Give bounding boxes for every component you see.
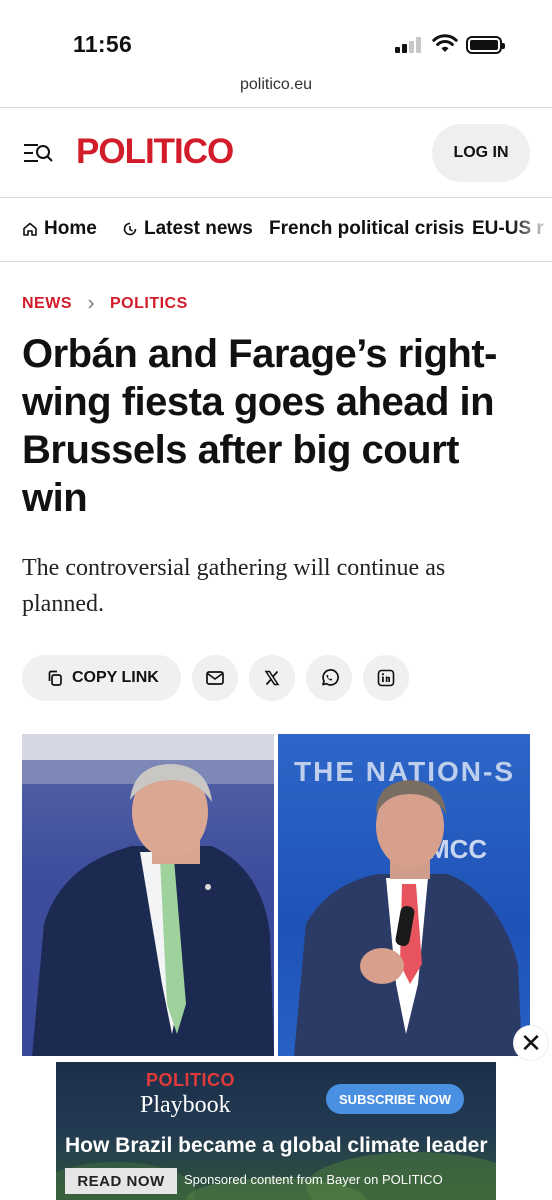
site-header: POLITICO LOG IN [0,108,552,198]
nav-item-label: Home [44,218,97,239]
email-icon [205,671,224,685]
read-now-button[interactable]: READ NOW [65,1168,177,1194]
nav-item-label: Latest news [144,218,253,239]
wifi-icon [432,34,458,52]
farage-figure [294,780,522,1056]
battery-icon [466,36,505,54]
breadcrumb-politics[interactable]: POLITICS [110,295,188,313]
login-button[interactable]: LOG IN [432,124,530,182]
playbook-ad[interactable]: POLITICO Playbook SUBSCRIBE NOW How Braz… [56,1062,496,1200]
subscribe-now-button[interactable]: SUBSCRIBE NOW [326,1084,464,1114]
hero-photo-orban [22,734,274,1056]
share-email-button[interactable] [191,655,238,701]
whatsapp-icon [321,669,339,686]
x-icon [264,670,280,686]
nav-item-french-political-crisis[interactable]: French political crisis [269,218,464,240]
copy-icon [48,670,62,686]
home-icon [23,222,37,236]
orban-figure [32,764,274,1056]
section-nav: Home Latest news French political crisis… [0,198,552,262]
nav-item-home[interactable]: Home [22,218,97,240]
ad-brand: POLITICO [146,1070,235,1090]
hero-image[interactable]: THE NATION-S MCC [22,734,530,1056]
close-ad-button[interactable]: ✕ [514,1026,548,1060]
ad-sponsored-text: Sponsored content from Bayer on POLITICO [184,1172,443,1187]
ad-product: Playbook [140,1092,231,1118]
article-dek: The controversial gathering will continu… [22,555,446,617]
share-bar: COPY LINK [22,655,409,701]
breadcrumb-news[interactable]: NEWS [22,295,72,313]
clock-icon [123,222,137,236]
ad-headline: How Brazil became a global climate leade… [65,1134,488,1157]
article-headline: Orbán and Farage’s right-wing fiesta goe… [22,332,497,520]
address-bar[interactable]: politico.eu [0,76,552,94]
share-x-button[interactable] [248,655,295,701]
share-whatsapp-button[interactable] [305,655,352,701]
copy-link-label: COPY LINK [72,669,159,686]
nav-fade [512,198,552,261]
cellular-signal-icon [395,37,423,53]
nav-item-latest-news[interactable]: Latest news [122,218,253,240]
status-time: 11:56 [73,31,133,57]
chevron-right-icon [88,299,95,309]
breadcrumb: NEWS POLITICS [22,295,188,313]
hero-photo-farage: THE NATION-S MCC [278,734,530,1056]
status-bar: 11:56 [0,0,552,70]
copy-link-button[interactable]: COPY LINK [22,655,181,701]
menu-search-icon[interactable] [22,141,54,165]
nav-item-label: French political crisis [269,218,465,239]
linkedin-icon [377,669,395,687]
politico-logo[interactable]: POLITICO [76,132,234,172]
share-linkedin-button[interactable] [362,655,409,701]
